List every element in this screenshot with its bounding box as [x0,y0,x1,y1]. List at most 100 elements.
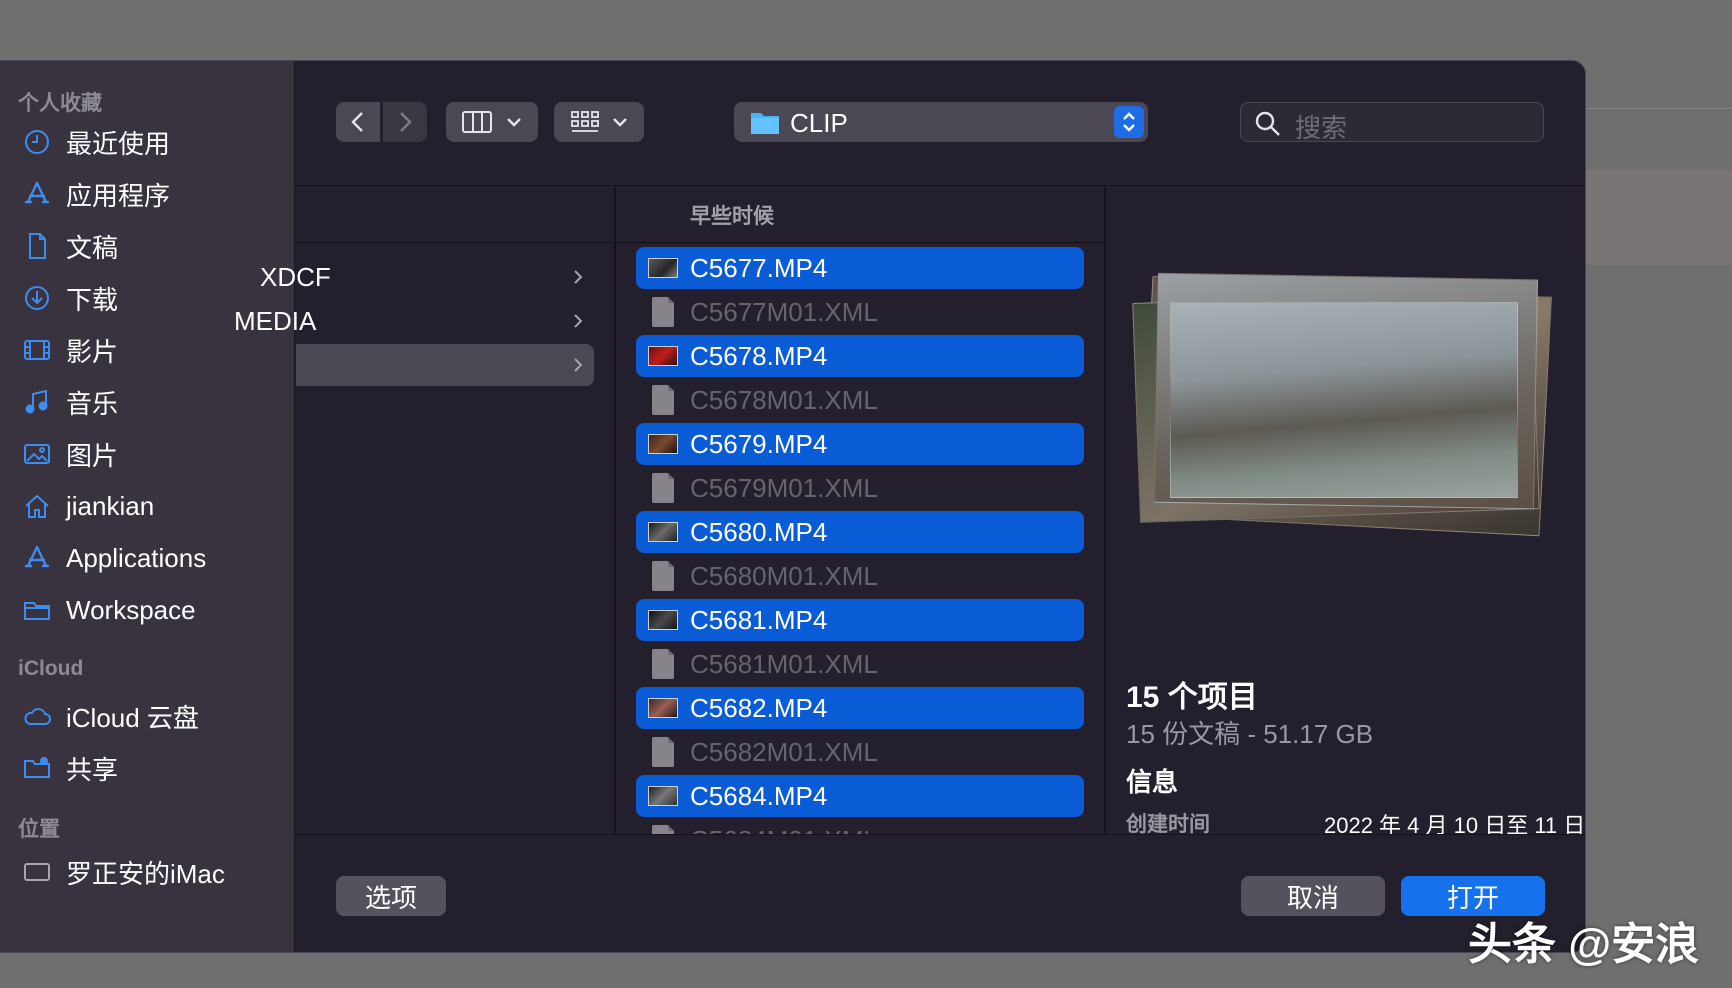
file-name: C5677M01.XML [690,297,878,327]
grid-icon [571,111,599,132]
video-thumbnail-icon [648,346,678,366]
path-popup[interactable]: CLIP [734,102,1148,142]
sidebar-item-workspace[interactable]: Workspace [0,587,294,633]
cloud-icon [20,699,54,733]
file-name: C5680M01.XML [690,561,878,591]
file-name: C5684M01.XML [690,825,878,834]
chevron-left-icon [351,112,363,132]
sidebar-item-label: 音乐 [66,388,119,419]
music-note-icon [20,385,54,419]
chevron-right-icon [574,358,583,372]
file-name: C5682M01.XML [690,737,878,767]
sidebar-item-applications[interactable]: Applications [0,535,294,581]
column-group-header: 早些时候 [690,205,774,228]
file-name: C5678.MP4 [690,341,828,371]
file-name: C5681M01.XML [690,649,878,679]
preview-info-header: 信息 [1126,767,1179,797]
browser-column-parent: XDCF MEDIA [234,186,614,834]
file-row[interactable]: C5684M01.XML [636,819,1084,834]
sidebar-item-label: 共享 [66,754,119,785]
video-thumbnail-icon [648,434,678,454]
search-field[interactable]: 搜索 [1240,102,1544,143]
options-button[interactable]: 选项 [336,876,446,916]
view-mode-button[interactable] [446,102,538,142]
column-row-xdcf[interactable]: XDCF [260,256,594,298]
group-button[interactable] [554,102,644,142]
sidebar-item-icloud-drive[interactable]: iCloud 云盘 [0,693,294,739]
column-row-media[interactable]: MEDIA [234,300,594,342]
chevron-right-icon [400,112,412,132]
clock-icon [20,125,54,159]
file-row[interactable]: C5684.MP4 [636,775,1084,817]
preview-image-stack [1132,272,1556,537]
file-name: C5677.MP4 [690,253,828,283]
sidebar-item-documents[interactable]: 文稿 [0,223,294,269]
file-row[interactable]: C5677.MP4 [636,247,1084,289]
search-placeholder: 搜索 [1295,113,1348,143]
preview-created-value: 2022 年 4 月 10 日至 11 日 [1324,813,1586,838]
preview-pane: 15 个项目 15 份文稿 - 51.17 GB 信息 创建时间 2022 年 … [1106,186,1585,838]
sidebar-item-home[interactable]: jiankian [0,483,294,529]
up-down-chevron-icon [1114,106,1144,138]
column-row-selected[interactable] [296,344,594,386]
back-button[interactable] [336,102,380,142]
sidebar-item-label: 最近使用 [66,128,171,159]
sidebar-item-shared[interactable]: 共享 [0,745,294,791]
file-row[interactable]: C5680.MP4 [636,511,1084,553]
sidebar-item-pictures[interactable]: 图片 [0,431,294,477]
cancel-button[interactable]: 取消 [1241,876,1385,916]
sidebar: 个人收藏 最近使用 应用程序 文稿 下载 影片 音乐 图片 jiankian A… [0,61,295,952]
watermark: 头条 @安浪 [1468,920,1700,969]
columns-view-icon [462,111,492,133]
file-row[interactable]: C5679.MP4 [636,423,1084,465]
download-icon [20,281,54,315]
file-name: C5682.MP4 [690,693,828,723]
sidebar-item-label: 应用程序 [66,180,171,211]
file-row[interactable]: C5678M01.XML [636,379,1084,421]
forward-button[interactable] [383,102,427,142]
file-name: C5684.MP4 [690,781,828,811]
search-icon [1255,111,1280,136]
column-row-label: XDCF [260,262,331,292]
chevron-down-icon [613,118,627,127]
video-thumbnail-icon [648,258,678,278]
sidebar-item-label: 下载 [66,284,119,315]
sidebar-item-label: iCloud 云盘 [66,702,199,733]
chevron-right-icon [574,270,583,284]
shared-folder-icon [20,751,54,785]
sidebar-section-locations: 位置 [18,818,60,841]
video-thumbnail-icon [648,522,678,542]
sidebar-item-computer[interactable]: 罗正安的iMac [0,849,294,895]
video-thumbnail-icon [648,786,678,806]
file-name: C5681.MP4 [690,605,828,635]
file-name: C5679.MP4 [690,429,828,459]
file-name: C5680.MP4 [690,517,828,547]
home-icon [20,489,54,523]
sidebar-item-applications-cn[interactable]: 应用程序 [0,171,294,217]
sidebar-item-label: jiankian [66,490,155,521]
sidebar-item-label: Applications [66,542,207,573]
file-row[interactable]: C5681M01.XML [636,643,1084,685]
sidebar-item-music[interactable]: 音乐 [0,379,294,425]
xml-file-icon [652,561,674,591]
app-store-icon [20,541,54,575]
folder-icon [20,593,54,627]
sidebar-item-label: 文稿 [66,232,119,263]
file-row[interactable]: C5682.MP4 [636,687,1084,729]
video-thumbnail-icon [648,610,678,630]
file-row[interactable]: C5682M01.XML [636,731,1084,773]
sidebar-section-favorites: 个人收藏 [18,92,102,115]
xml-file-icon [652,737,674,767]
file-row[interactable]: C5679M01.XML [636,467,1084,509]
file-open-dialog: 个人收藏 最近使用 应用程序 文稿 下载 影片 音乐 图片 jiankian A… [0,60,1586,953]
sidebar-item-recents[interactable]: 最近使用 [0,119,294,165]
preview-summary: 15 份文稿 - 51.17 GB [1126,719,1374,749]
file-row[interactable]: C5678.MP4 [636,335,1084,377]
sidebar-section-icloud: iCloud [18,657,84,680]
file-row[interactable]: C5681.MP4 [636,599,1084,641]
file-name: C5678M01.XML [690,385,878,415]
xml-file-icon [652,473,674,503]
file-row[interactable]: C5680M01.XML [636,555,1084,597]
column-row-label: MEDIA [234,306,317,336]
file-row[interactable]: C5677M01.XML [636,291,1084,333]
